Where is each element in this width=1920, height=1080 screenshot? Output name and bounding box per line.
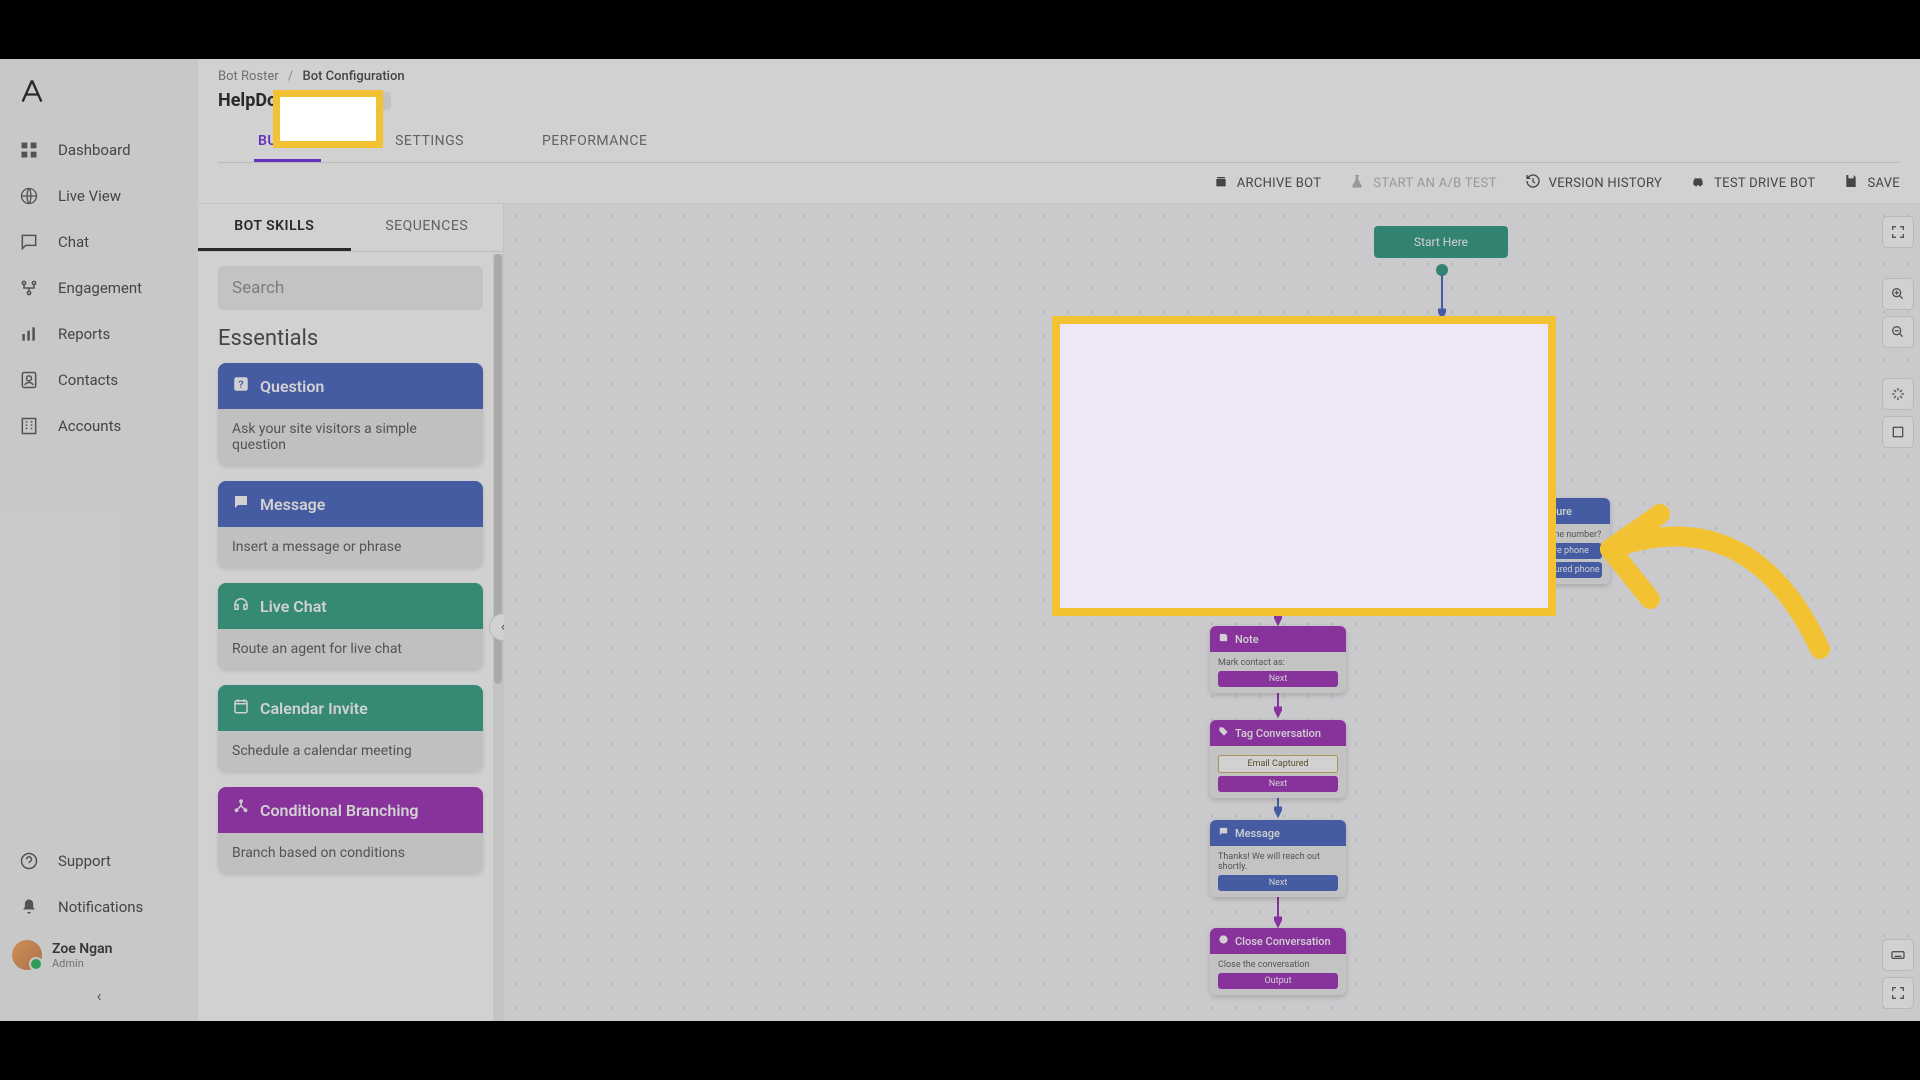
expand-button[interactable] <box>1882 977 1914 1009</box>
sidebar-item-chat[interactable]: Chat <box>0 219 198 265</box>
dashboard-icon <box>18 139 40 161</box>
test-drive-bot-button[interactable]: TEST DRIVE BOT <box>1690 173 1815 193</box>
sidebar-item-engagement[interactable]: Engagement <box>0 265 198 311</box>
section-title: Essentials <box>218 326 483 351</box>
tag-icon <box>1218 726 1229 740</box>
annotation-highlight-name <box>273 90 383 148</box>
zoom-in-button[interactable] <box>1882 278 1914 310</box>
note-icon <box>1218 632 1229 646</box>
sidebar-item-live-view[interactable]: Live View <box>0 173 198 219</box>
version-history-button[interactable]: VERSION HISTORY <box>1525 173 1662 193</box>
node-note[interactable]: Note Mark contact as: Next <box>1210 626 1346 693</box>
tab-settings[interactable]: SETTINGS <box>391 123 468 162</box>
sidebar-item-label: Dashboard <box>58 141 131 159</box>
svg-text:?: ? <box>238 378 243 391</box>
breadcrumb: Bot Roster / Bot Configuration <box>218 69 1900 84</box>
sidebar-item-label: Reports <box>58 325 110 343</box>
user-block[interactable]: Zoe Ngan Admin <box>0 930 198 980</box>
sidebar-item-label: Engagement <box>58 279 142 297</box>
panel-tab-bot-skills[interactable]: BOT SKILLS <box>198 204 351 251</box>
history-icon <box>1525 173 1541 193</box>
app-logo-icon <box>0 69 198 127</box>
branching-icon <box>232 799 250 821</box>
user-role: Admin <box>52 957 112 970</box>
question-icon: ? <box>232 375 250 397</box>
skill-card-live-chat[interactable]: Live Chat Route an agent for live chat <box>218 583 483 669</box>
skills-search-input[interactable]: Search <box>218 266 483 310</box>
sidebar-item-label: Support <box>58 852 111 870</box>
sidebar-item-support[interactable]: Support <box>0 838 198 884</box>
flask-icon <box>1349 173 1365 193</box>
bar-chart-icon <box>18 323 40 345</box>
fit-view-button[interactable] <box>1882 416 1914 448</box>
avatar <box>12 940 42 970</box>
sidebar-item-label: Chat <box>58 233 89 251</box>
breadcrumb-current: Bot Configuration <box>303 69 405 84</box>
sidebar-item-accounts[interactable]: Accounts <box>0 403 198 449</box>
node-close-conversation[interactable]: Close Conversation Close the conversatio… <box>1210 928 1346 995</box>
start-dot <box>1436 264 1448 276</box>
skill-card-conditional-branching[interactable]: Conditional Branching Branch based on co… <box>218 787 483 873</box>
sidebar-item-notifications[interactable]: Notifications <box>0 884 198 930</box>
action-bar: ARCHIVE BOT START AN A/B TEST VERSION HI… <box>198 163 1920 204</box>
start-ab-test-button[interactable]: START AN A/B TEST <box>1349 173 1496 193</box>
bell-icon <box>18 896 40 918</box>
zoom-out-button[interactable] <box>1882 316 1914 348</box>
contacts-icon <box>18 369 40 391</box>
chat-icon <box>18 231 40 253</box>
skill-card-question[interactable]: ?Question Ask your site visitors a simpl… <box>218 363 483 465</box>
annotation-arrow-icon <box>1570 459 1840 679</box>
branch-icon <box>18 277 40 299</box>
sidebar: Dashboard Live View Chat Engagement Repo… <box>0 59 198 1021</box>
calendar-icon <box>232 697 250 719</box>
archive-bot-button[interactable]: ARCHIVE BOT <box>1213 173 1322 193</box>
skill-card-calendar-invite[interactable]: Calendar Invite Schedule a calendar meet… <box>218 685 483 771</box>
globe-icon <box>18 185 40 207</box>
canvas-tools-bottom <box>1882 939 1914 1009</box>
node-message[interactable]: Message Thanks! We will reach out shortl… <box>1210 820 1346 897</box>
keyboard-shortcuts-button[interactable] <box>1882 939 1914 971</box>
building-icon <box>18 415 40 437</box>
sidebar-item-dashboard[interactable]: Dashboard <box>0 127 198 173</box>
fullscreen-button[interactable] <box>1882 216 1914 248</box>
sidebar-item-reports[interactable]: Reports <box>0 311 198 357</box>
message-icon <box>1218 826 1229 840</box>
breadcrumb-root[interactable]: Bot Roster <box>218 69 279 84</box>
canvas-tools <box>1882 216 1914 448</box>
car-icon <box>1690 173 1706 193</box>
help-icon <box>18 850 40 872</box>
close-icon <box>1218 934 1229 948</box>
sidebar-item-label: Notifications <box>58 898 143 916</box>
panel-tab-sequences[interactable]: SEQUENCES <box>351 204 504 251</box>
sidebar-item-contacts[interactable]: Contacts <box>0 357 198 403</box>
sidebar-collapse-button[interactable]: ‹ <box>0 980 198 1011</box>
sidebar-item-label: Accounts <box>58 417 121 435</box>
skills-panel: BOT SKILLS SEQUENCES Search Essentials ?… <box>198 204 504 1021</box>
tab-performance[interactable]: PERFORMANCE <box>538 123 651 162</box>
save-button[interactable]: SAVE <box>1843 173 1900 193</box>
top-tabs: BUILDER SETTINGS PERFORMANCE <box>218 123 1900 163</box>
auto-layout-button[interactable] <box>1882 378 1914 410</box>
node-tag-conversation[interactable]: Tag Conversation Email Captured Next <box>1210 720 1346 798</box>
message-icon <box>232 493 250 515</box>
sidebar-item-label: Contacts <box>58 371 118 389</box>
annotation-highlight-nodes <box>1052 316 1556 616</box>
archive-icon <box>1213 173 1229 193</box>
headset-icon <box>232 595 250 617</box>
save-icon <box>1843 173 1859 193</box>
sidebar-item-label: Live View <box>58 187 121 205</box>
user-name: Zoe Ngan <box>52 941 112 957</box>
start-here-node[interactable]: Start Here <box>1374 226 1508 258</box>
topbar: Bot Roster / Bot Configuration HelpDocs … <box>198 59 1920 163</box>
skill-card-message[interactable]: Message Insert a message or phrase <box>218 481 483 567</box>
